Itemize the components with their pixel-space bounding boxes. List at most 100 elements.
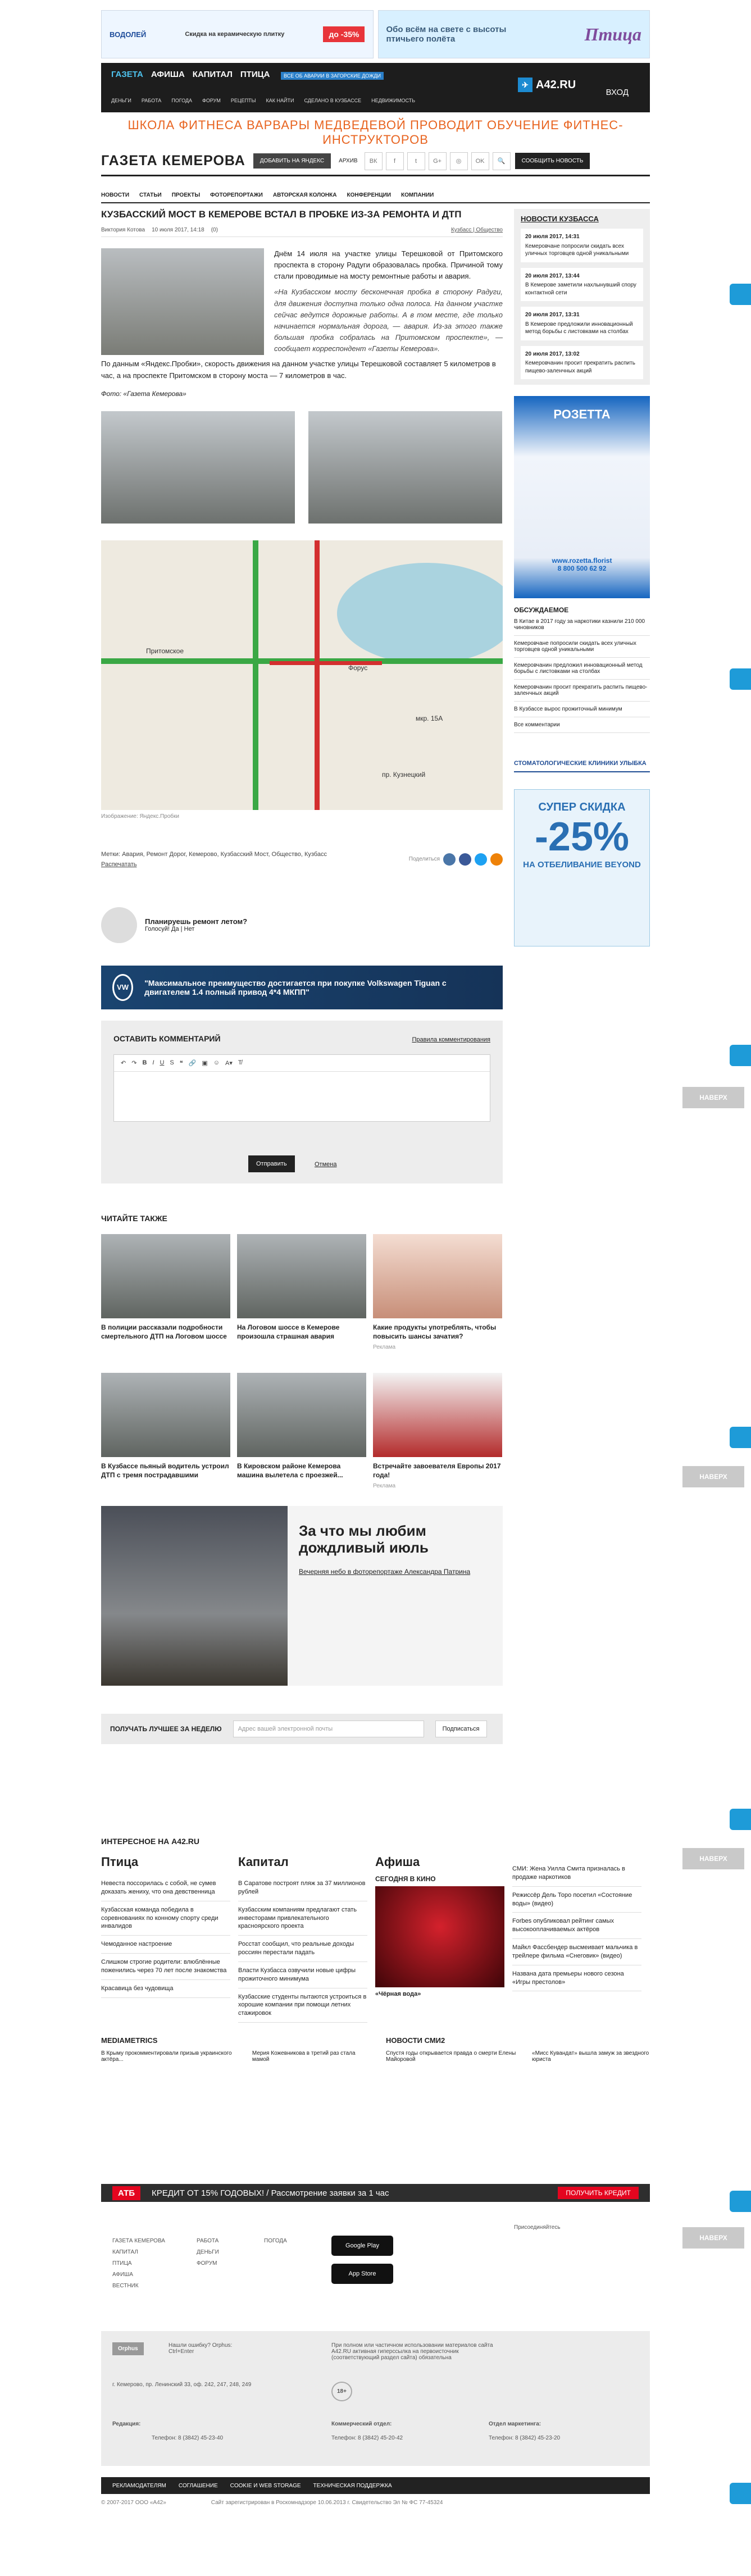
footer-nav-item[interactable]: Техническая поддержка [313, 2483, 392, 2489]
video-float-icon[interactable] [730, 284, 751, 305]
section-nav-item[interactable]: Фоторепортажи [210, 192, 263, 198]
back-to-top-button[interactable]: НАВЕРХ [682, 2227, 744, 2249]
instagram-icon[interactable]: ◎ [449, 152, 468, 170]
rozetta-ad[interactable]: РОЗЕТТА www.rozetta.florist 8 800 500 62… [514, 396, 650, 598]
ok-icon[interactable]: OK [471, 152, 489, 170]
facebook-icon[interactable]: f [385, 152, 404, 170]
redo-icon[interactable]: ↷ [131, 1059, 136, 1067]
video-float-icon[interactable] [730, 668, 751, 690]
footer-link[interactable]: ВЕСТНИК [112, 2281, 165, 2292]
all-comments-link[interactable]: Все комментарии [514, 717, 650, 733]
poll-teaser[interactable]: Планируешь ремонт летом? Голосуй! Да | Не… [101, 907, 503, 943]
footer-nav-item[interactable]: Cookie и Web storage [230, 2483, 301, 2489]
vk-share-icon[interactable] [443, 853, 456, 866]
image-icon[interactable]: ▣ [202, 1059, 207, 1067]
color-icon[interactable]: A▾ [225, 1059, 233, 1067]
google-play-badge[interactable]: Google Play [331, 2236, 393, 2256]
col-item[interactable]: СМИ: Жена Уилла Смита призналась в прода… [512, 1860, 641, 1887]
brand-tab[interactable]: ПТИЦА [240, 70, 270, 79]
col-item[interactable]: Названа дата премьеры нового сезона «Игр… [512, 1965, 641, 1992]
sub-nav-item[interactable]: Рецепты [231, 98, 256, 103]
video-float-icon[interactable] [730, 1045, 751, 1066]
back-to-top-button[interactable]: НАВЕРХ [682, 1848, 744, 1869]
cinema-poster[interactable] [375, 1886, 504, 1987]
news-card[interactable]: В полиции рассказали подробности смертел… [101, 1234, 230, 1350]
col-item[interactable]: Слишком строгие родители: влюблённые пож… [101, 1954, 230, 1980]
side-news-item[interactable]: 20 июля 2017, 13:31 В Кемерове предложили… [521, 307, 643, 340]
italic-icon[interactable]: I [152, 1059, 154, 1066]
col-item[interactable]: Невеста поссорилась с собой, не сумев до… [101, 1875, 230, 1901]
strike-icon[interactable]: S [170, 1059, 174, 1066]
search-icon[interactable]: 🔍 [492, 152, 511, 170]
discussed-item[interactable]: В Китае в 2017 году за наркотики казнили… [514, 614, 650, 636]
print-link[interactable]: Распечатать [101, 861, 337, 868]
bold-icon[interactable]: B [142, 1059, 147, 1066]
get-credit-button[interactable]: ПОЛУЧИТЬ КРЕДИТ [558, 2187, 639, 2199]
col-item[interactable]: Кузбасские студенты пытаются устроиться … [238, 1988, 367, 2023]
footer-nav-item[interactable]: Рекламодателям [112, 2483, 166, 2489]
col-item[interactable]: Красавица без чудовища [101, 1980, 230, 1998]
side-news-item[interactable]: 20 июля 2017, 13:02 Кемеровчанин просит п… [521, 345, 643, 379]
col-item[interactable]: Майкл Фассбендер высмеивает мальчика в т… [512, 1939, 641, 1965]
discussed-item[interactable]: Кемеровчанин предложил инновационный мет… [514, 658, 650, 680]
col-item[interactable]: В Саратове построят пляж за 37 миллионов… [238, 1875, 367, 1901]
facebook-share-icon[interactable] [459, 853, 471, 866]
back-to-top-button[interactable]: НАВЕРХ [682, 1087, 744, 1108]
poll-answer[interactable]: Голосуй! Да | Нет [145, 926, 247, 932]
brand-tab[interactable]: КАПИТАЛ [193, 70, 233, 79]
gallery-photo[interactable] [308, 411, 502, 524]
footer-link[interactable]: ПТИЦА [112, 2258, 165, 2269]
section-nav-item[interactable]: Авторская колонка [273, 192, 337, 198]
site-name[interactable]: ГАЗЕТА КЕМЕРОВА [101, 153, 245, 169]
footer-nav-item[interactable]: Соглашение [179, 2483, 218, 2489]
video-float-icon[interactable] [730, 1809, 751, 1830]
news-card[interactable]: В Кировском районе Кемерова машина вылет… [237, 1372, 366, 1489]
partner-item[interactable]: «Мисс Кувандат» вышла замуж за звездного… [532, 2050, 650, 2063]
undo-icon[interactable]: ↶ [121, 1059, 126, 1067]
col-item[interactable]: Чемоданное настроение [101, 1936, 230, 1954]
send-button[interactable]: Отправить [248, 1155, 295, 1172]
vk-icon[interactable]: ВК [364, 152, 383, 170]
comment-rules-link[interactable]: Правила комментирования [412, 1036, 490, 1043]
beyond-ad[interactable]: СУПЕР СКИДКА -25% НА ОТБЕЛИВАНИЕ BEYOND [514, 789, 650, 946]
col-item[interactable]: Forbes опубликовал рейтинг самых высокоо… [512, 1913, 641, 1940]
news-card[interactable]: На Логовом шоссе в Кемерове произошла ст… [237, 1234, 366, 1350]
partner-item[interactable]: В Крыму прокомментировали призыв украинс… [101, 2050, 244, 2063]
footer-link[interactable]: КАПИТАЛ [112, 2247, 165, 2258]
col-item[interactable]: Власти Кузбасса озвучили новые цифры про… [238, 1962, 367, 1988]
discussed-item[interactable]: В Кузбассе вырос прожиточный минимум [514, 702, 650, 717]
ok-share-icon[interactable] [490, 853, 503, 866]
footer-link[interactable]: ФОРУМ [197, 2258, 219, 2269]
smile-icon[interactable]: ☺ [213, 1059, 220, 1066]
brand-tab[interactable]: АФИША [151, 70, 185, 79]
comments-count[interactable]: (0) [211, 227, 218, 233]
partner-item[interactable]: Мерия Кожевникова в третий раз стала мам… [252, 2050, 365, 2063]
section-nav-item[interactable]: Новости [101, 192, 129, 198]
slider-title[interactable]: За что мы любим дождливый июль [299, 1522, 491, 1556]
slider-link[interactable]: Вечерняя небо в фоторепортаже Александра… [299, 1568, 491, 1576]
col-heading[interactable]: Капитал [238, 1855, 367, 1869]
credit-banner[interactable]: АТБ КРЕДИТ ОТ 15% ГОДОВЫХ! / Рассмотрени… [101, 2184, 650, 2202]
col-item[interactable]: Кузбасская команда победила в соревнован… [101, 1901, 230, 1936]
app-store-badge[interactable]: App Store [331, 2264, 393, 2284]
section-nav-item[interactable]: Конференции [347, 192, 391, 198]
section-nav-item[interactable]: Проекты [172, 192, 200, 198]
report-news-button[interactable]: СООБЩИТЬ НОВОСТЬ [515, 153, 590, 169]
ulybka-ad[interactable]: СТОМАТОЛОГИЧЕСКИЕ КЛИНИКИ УЛЫБКА [514, 755, 650, 772]
ad-vodoley[interactable]: ВОДОЛЕЙ Скидка на керамическую плитку до… [101, 10, 374, 58]
footer-link[interactable]: ДЕНЬГИ [197, 2247, 219, 2258]
back-to-top-button[interactable]: НАВЕРХ [682, 1466, 744, 1487]
discussed-item[interactable]: Кемеровчанин просит прекратить распить п… [514, 680, 650, 702]
email-field[interactable]: Адрес вашей электронной почты [233, 1721, 424, 1738]
traffic-map[interactable]: Притомское Форус мкр. 15А пр. Кузнецкий [101, 540, 503, 810]
col-item[interactable]: Росстат сообщил, что реальные доходы рос… [238, 1936, 367, 1962]
lead-photo[interactable] [101, 248, 264, 355]
quote-icon[interactable]: ❝ [180, 1059, 183, 1067]
news-card[interactable]: В Кузбассе пьяный водитель устроил ДТП с… [101, 1372, 230, 1489]
sub-nav-item[interactable]: Форум [202, 98, 221, 103]
footer-link[interactable]: АФИША [112, 2269, 165, 2281]
footer-link[interactable]: РАБОТА [197, 2236, 219, 2247]
sub-nav-item[interactable]: Работа [142, 98, 161, 103]
col-item[interactable]: Режиссёр Дель Торо посетил «Состояние во… [512, 1887, 641, 1913]
vw-banner[interactable]: VW "Максимальное преимущество достигаетс… [101, 965, 503, 1009]
